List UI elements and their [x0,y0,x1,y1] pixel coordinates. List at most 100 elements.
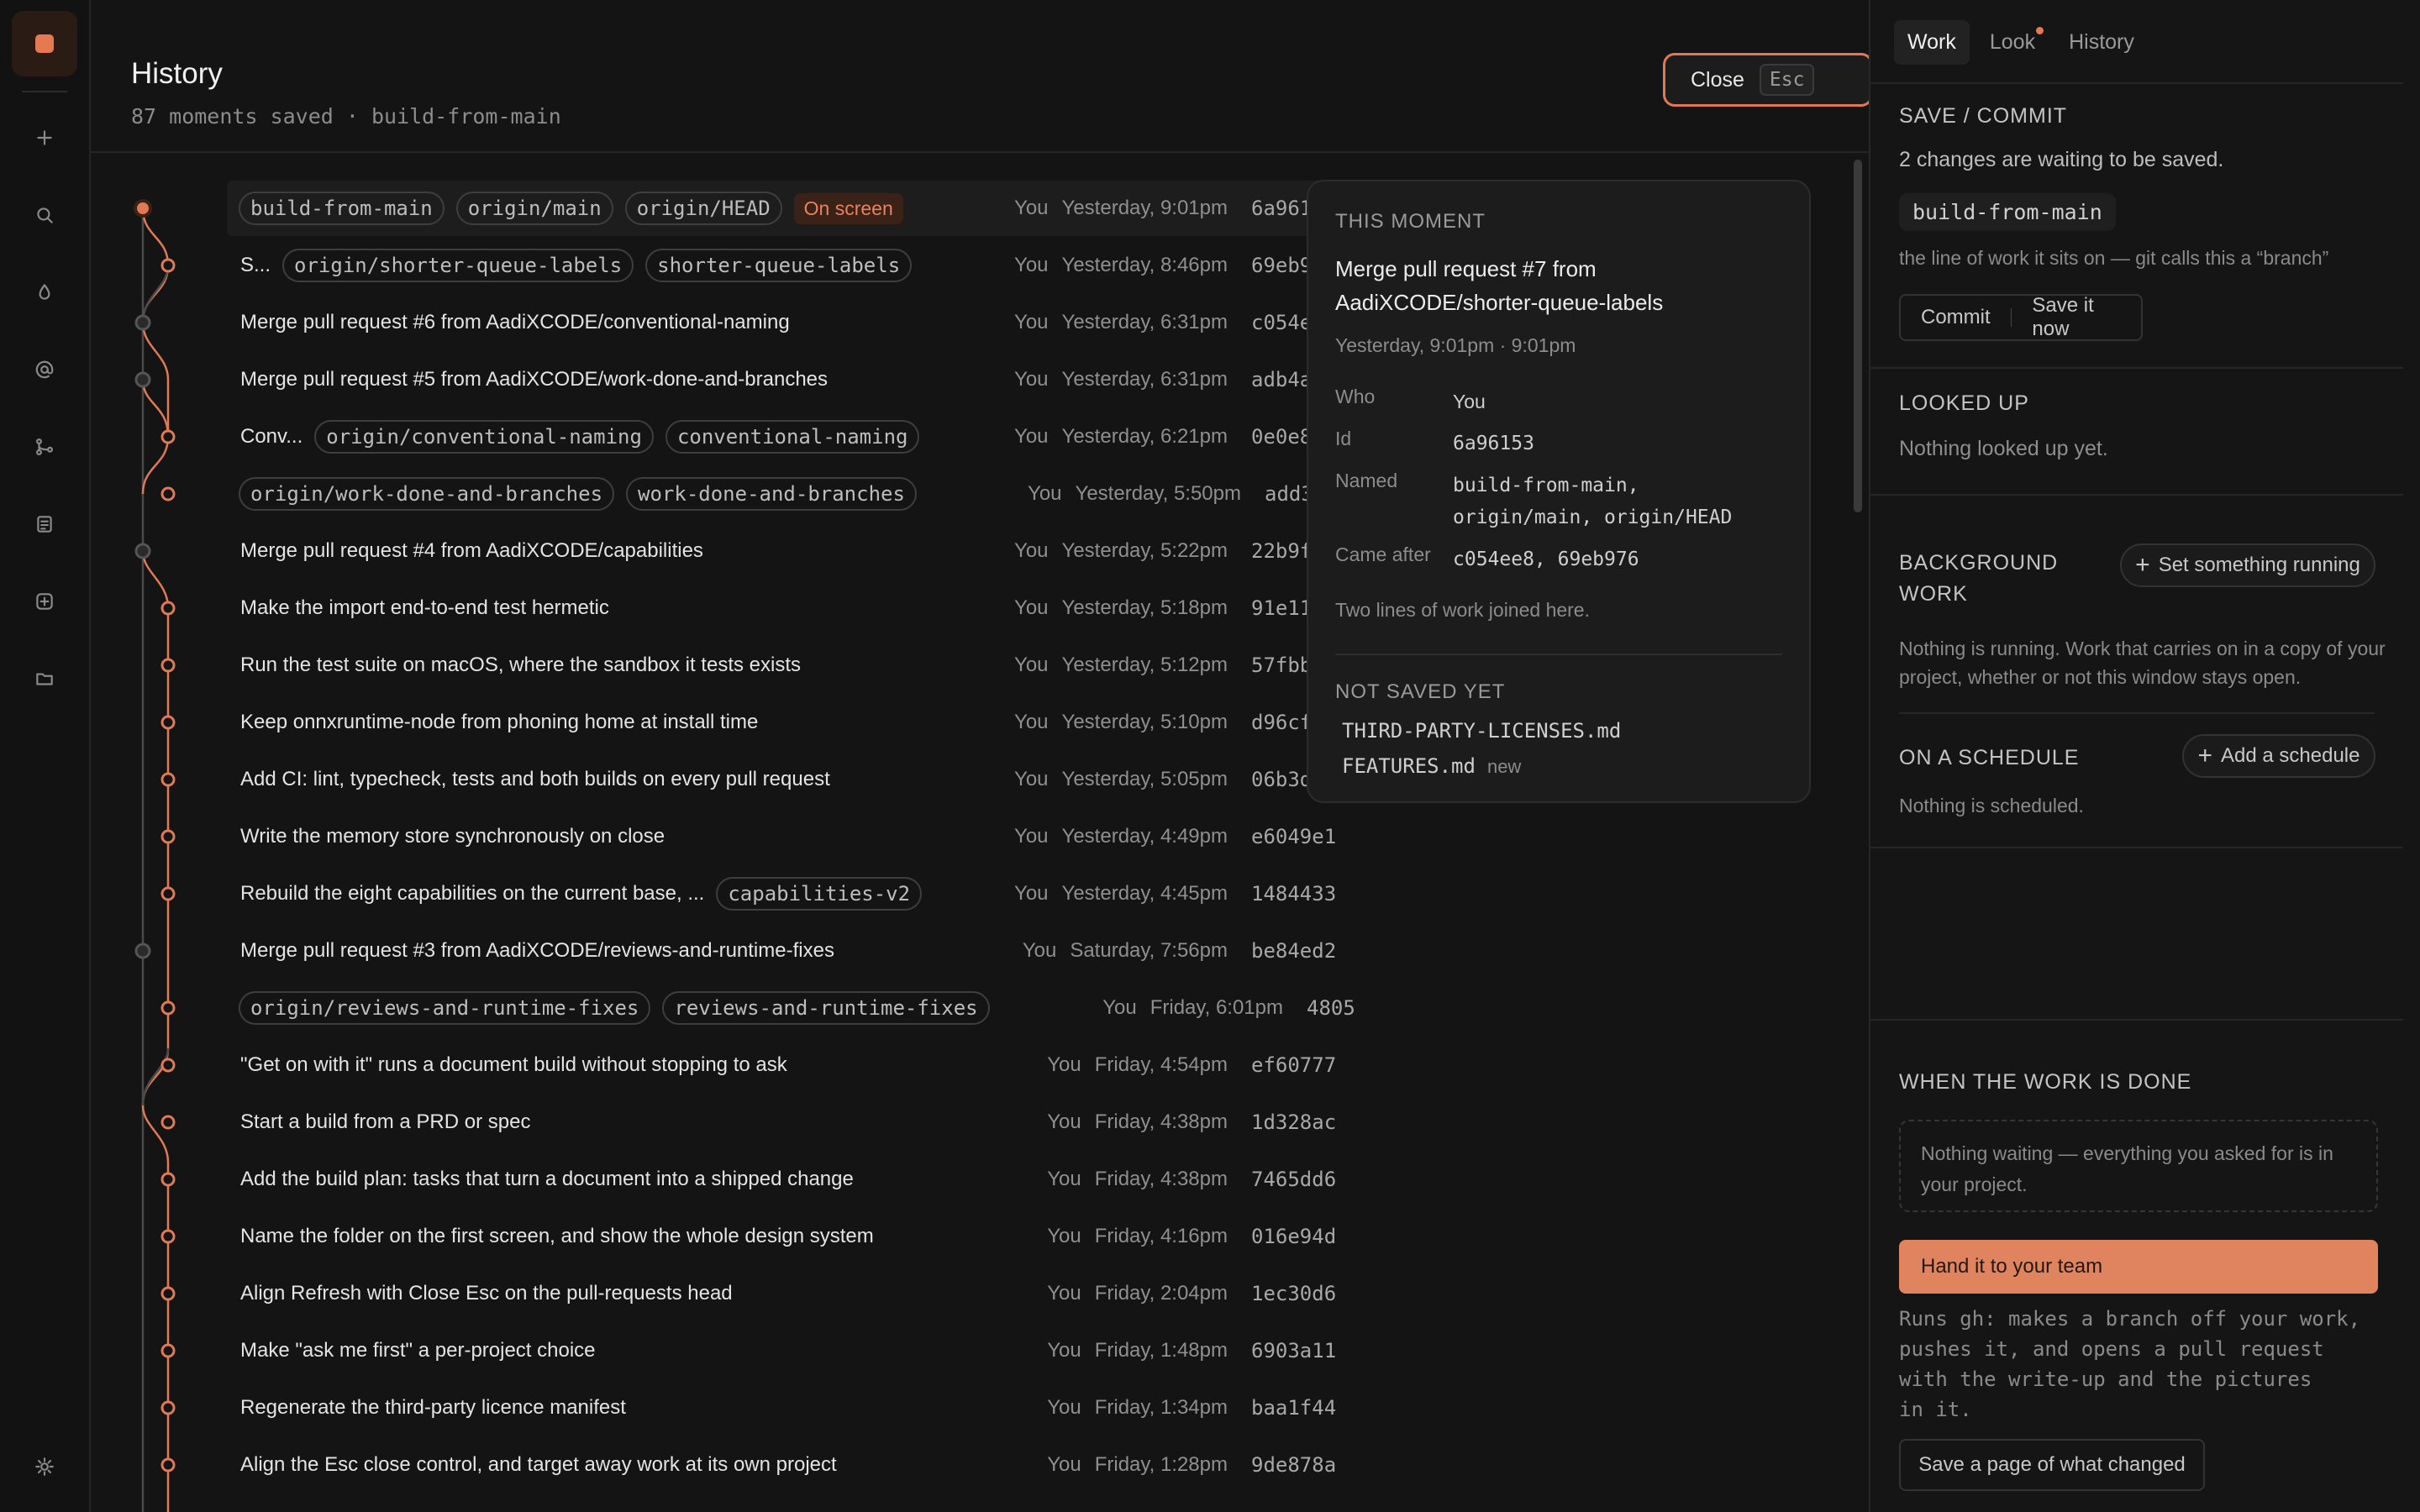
plus-icon: + [2135,551,2150,579]
section-divider [1870,82,2403,84]
set-running-button[interactable]: + Set something running [2120,543,2375,587]
add-box-icon[interactable] [29,585,60,617]
commit-row[interactable]: Align Refresh with Close Esc on the pull… [227,1266,1357,1321]
commit-row[interactable]: Start a build from a PRD or spec You Frid… [227,1095,1357,1150]
close-button[interactable]: Close Esc [1663,53,1873,107]
folder-icon[interactable] [29,663,60,695]
commit-message: Add the build plan: tasks that turn a do… [240,1168,854,1190]
tab-work[interactable]: Work [1894,20,1970,65]
branch-icon[interactable] [29,431,60,463]
history-scrollbar[interactable] [1854,160,1862,512]
commit-message: Start a build from a PRD or spec [240,1110,531,1133]
waiting-box: Nothing waiting — everything you asked f… [1899,1120,2378,1212]
commit-row[interactable]: Keep onnxruntime-node from phoning home … [227,695,1357,750]
commit-row[interactable]: Add CI: lint, typecheck, tests and both … [227,752,1357,807]
commit-author: You [1047,1339,1081,1362]
commit-row[interactable]: Align the Esc close control, and target … [227,1437,1357,1493]
file-name: FEATURES.md [1342,754,1476,778]
commit-message: "Get on with it" runs a document build w… [240,1053,787,1076]
branch-chip[interactable]: shorter-queue-labels [645,249,913,282]
branch-chip[interactable]: build-from-main [239,192,445,225]
branch-chip[interactable]: origin/work-done-and-branches [239,477,615,511]
close-shortcut: Esc [1759,64,1815,96]
plus-icon[interactable] [29,122,60,154]
commit-message: Align the Esc close control, and target … [240,1453,837,1476]
commit-row[interactable]: Merge pull request #6 from AadiXCODE/con… [227,295,1357,350]
commit-row[interactable]: build-from-main origin/main origin/HEAD … [227,181,1357,236]
commit-hash: e6049e1 [1251,825,1337,848]
branch-chip[interactable]: origin/HEAD [624,192,782,225]
drop-icon[interactable] [29,276,60,308]
save-page-button[interactable]: Save a page of what changed [1899,1439,2205,1491]
unsaved-file[interactable]: FEATURES.md new [1335,754,1782,778]
commit-author: You [1014,596,1049,619]
search-icon[interactable] [29,199,60,231]
detail-title: Merge pull request #7 from AadiXCODE/sho… [1335,256,1664,315]
commit-row[interactable]: Conv... origin/conventional-naming conve… [227,409,1357,465]
commit-author: You [1014,197,1049,219]
commit-author: You [1047,1110,1081,1133]
commit-row[interactable]: Make the import end-to-end test hermetic… [227,580,1357,636]
commit-row[interactable]: origin/reviews-and-runtime-fixes reviews… [227,980,1357,1036]
commit-author: You [1014,882,1049,905]
commit-author: You [1014,539,1049,562]
commit-row[interactable]: Make "ask me first" a per-project choice… [227,1323,1357,1378]
commit-author: You [1014,368,1049,391]
commit-row[interactable]: Run the test suite on macOS, where the s… [227,638,1357,693]
commit-author: You [1047,1396,1081,1419]
commit-row[interactable]: Add the build plan: tasks that turn a do… [227,1152,1357,1207]
tab-look-label: Look [1989,30,2036,54]
save-now-button[interactable]: Save it now [2012,294,2141,341]
detail-who-label: Who [1335,386,1376,407]
commit-row[interactable]: origin/work-done-and-branches work-done-… [227,466,1357,522]
commit-row[interactable]: Name the folder on the first screen, and… [227,1209,1357,1264]
notes-icon[interactable] [29,508,60,540]
branch-chip[interactable]: work-done-and-branches [626,477,917,511]
hand-off-description: Runs gh: makes a branch off your work, p… [1899,1307,2361,1421]
page-subtitle: 87 moments saved · build-from-main [131,104,561,129]
commit-time: Yesterday, 5:10pm [1061,711,1228,733]
branch-chip[interactable]: reviews-and-runtime-fixes [662,991,990,1025]
left-rail [0,0,91,1512]
branch-chip[interactable]: origin/conventional-naming [314,420,654,454]
commit-message: Name the folder on the first screen, and… [240,1225,874,1247]
tab-look[interactable]: Look [1976,20,2049,65]
commit-row[interactable]: Merge pull request #3 from AadiXCODE/rev… [227,923,1357,979]
detail-id-label: Id [1335,428,1352,449]
commit-message: Add CI: lint, typecheck, tests and both … [240,768,830,790]
commit-row[interactable]: Write the memory store synchronously on … [227,809,1357,864]
app-logo[interactable] [12,11,77,76]
commit-time: Yesterday, 5:12pm [1061,654,1228,676]
commit-button[interactable]: Commit [1901,306,2011,329]
commit-row[interactable]: Regenerate the third-party licence manif… [227,1380,1357,1436]
branch-chip[interactable]: conventional-naming [665,420,920,454]
commit-time: Friday, 4:38pm [1094,1168,1228,1190]
add-schedule-button[interactable]: + Add a schedule [2182,734,2375,778]
branch-chip[interactable]: origin/reviews-and-runtime-fixes [239,991,651,1025]
detail-id-value[interactable]: 6a96153 [1453,428,1782,459]
tab-history[interactable]: History [2055,20,2148,65]
commit-row[interactable]: Merge pull request #4 from AadiXCODE/cap… [227,523,1357,579]
settings-icon[interactable] [29,1451,60,1483]
commit-message: Merge pull request #6 from AadiXCODE/con… [240,311,790,333]
hand-to-team-button[interactable]: Hand it to your team [1899,1240,2378,1294]
commit-row[interactable]: S... origin/shorter-queue-labels shorter… [227,238,1357,293]
work-done-heading: WHEN THE WORK IS DONE [1899,1070,2192,1094]
commit-time: Yesterday, 5:05pm [1061,768,1228,790]
at-icon[interactable] [29,354,60,386]
commit-hash: ef60777 [1251,1053,1337,1077]
commit-time: Friday, 1:34pm [1094,1396,1228,1419]
commit-hash: 7465dd6 [1251,1168,1337,1191]
commit-row[interactable]: Merge pull request #5 from AadiXCODE/wor… [227,352,1357,407]
detail-after-value[interactable]: c054ee8, 69eb976 [1453,543,1782,575]
commit-time: Friday, 4:38pm [1094,1110,1228,1133]
commit-time: Yesterday, 4:45pm [1061,882,1228,905]
branch-chip[interactable]: origin/main [455,192,613,225]
commit-row[interactable]: "Get on with it" runs a document build w… [227,1037,1357,1093]
commit-row[interactable]: Rebuild the eight capabilities on the cu… [227,866,1357,921]
branch-chip[interactable]: capabilities-v2 [716,877,923,911]
branch-chip[interactable]: origin/shorter-queue-labels [282,249,634,282]
commit-time: Yesterday, 5:22pm [1061,539,1228,562]
detail-fields: Who You Id 6a96153 Named build-from-main… [1335,386,1782,575]
unsaved-file[interactable]: THIRD-PARTY-LICENSES.md [1335,719,1782,743]
